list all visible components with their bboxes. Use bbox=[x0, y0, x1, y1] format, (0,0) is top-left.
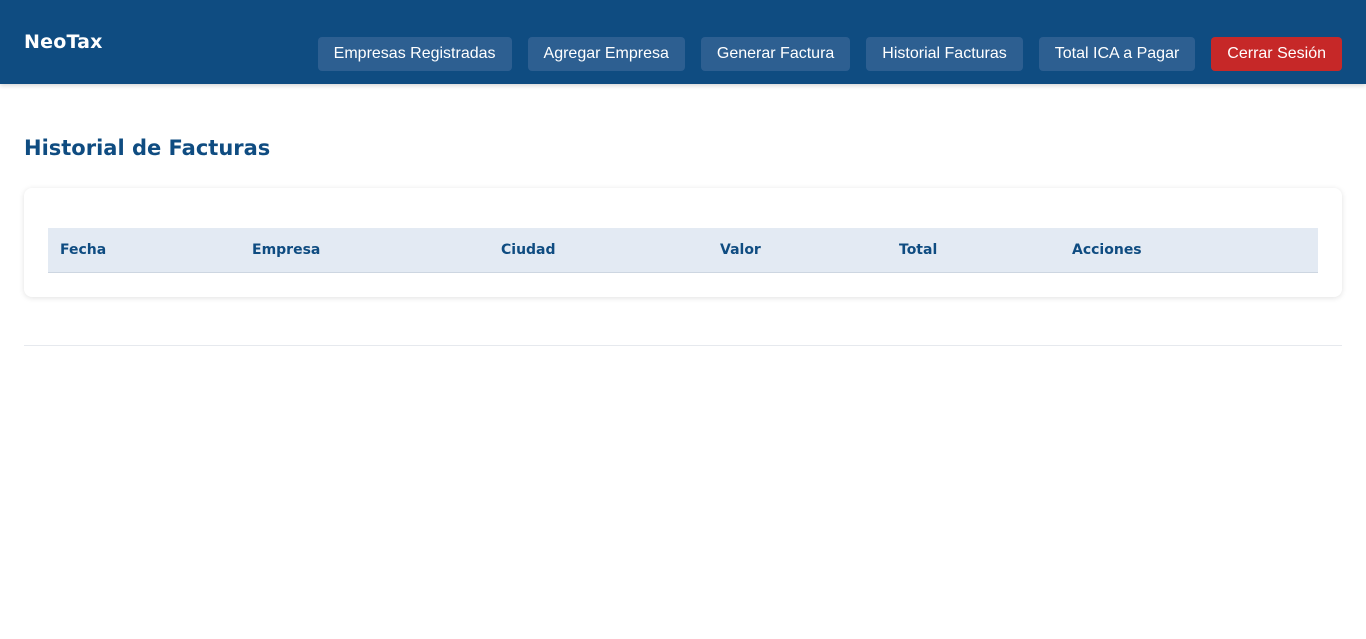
logout-button[interactable]: Cerrar Sesión bbox=[1211, 37, 1342, 71]
nav-historial-facturas-button[interactable]: Historial Facturas bbox=[866, 37, 1023, 71]
column-header-fecha[interactable]: Fecha bbox=[48, 228, 240, 272]
column-header-valor[interactable]: Valor bbox=[708, 228, 887, 272]
table-header-row: Fecha Empresa Ciudad Valor Total Accione… bbox=[48, 228, 1318, 272]
column-header-acciones: Acciones bbox=[1072, 241, 1142, 258]
column-header-empresa[interactable]: Empresa bbox=[240, 228, 489, 272]
top-navbar: NeoTax Empresas Registradas Agregar Empr… bbox=[0, 0, 1366, 84]
brand-logo-text: NeoTax bbox=[24, 31, 103, 53]
column-header-ciudad[interactable]: Ciudad bbox=[489, 228, 708, 272]
column-header-total[interactable]: Total bbox=[887, 228, 1060, 272]
page-title: Historial de Facturas bbox=[24, 136, 271, 160]
footer-divider bbox=[24, 345, 1342, 346]
main-nav: Empresas Registradas Agregar Empresa Gen… bbox=[317, 37, 1342, 71]
nav-agregar-empresa-button[interactable]: Agregar Empresa bbox=[527, 37, 685, 71]
invoice-history-card: Fecha Empresa Ciudad Valor Total Accione… bbox=[24, 188, 1342, 297]
nav-total-ica-button[interactable]: Total ICA a Pagar bbox=[1038, 37, 1196, 71]
invoice-history-table: Fecha Empresa Ciudad Valor Total Accione… bbox=[48, 228, 1318, 273]
table-header: Fecha Empresa Ciudad Valor Total Accione… bbox=[48, 228, 1318, 272]
nav-empresas-registradas-button[interactable]: Empresas Registradas bbox=[317, 37, 512, 71]
nav-generar-factura-button[interactable]: Generar Factura bbox=[700, 37, 851, 71]
